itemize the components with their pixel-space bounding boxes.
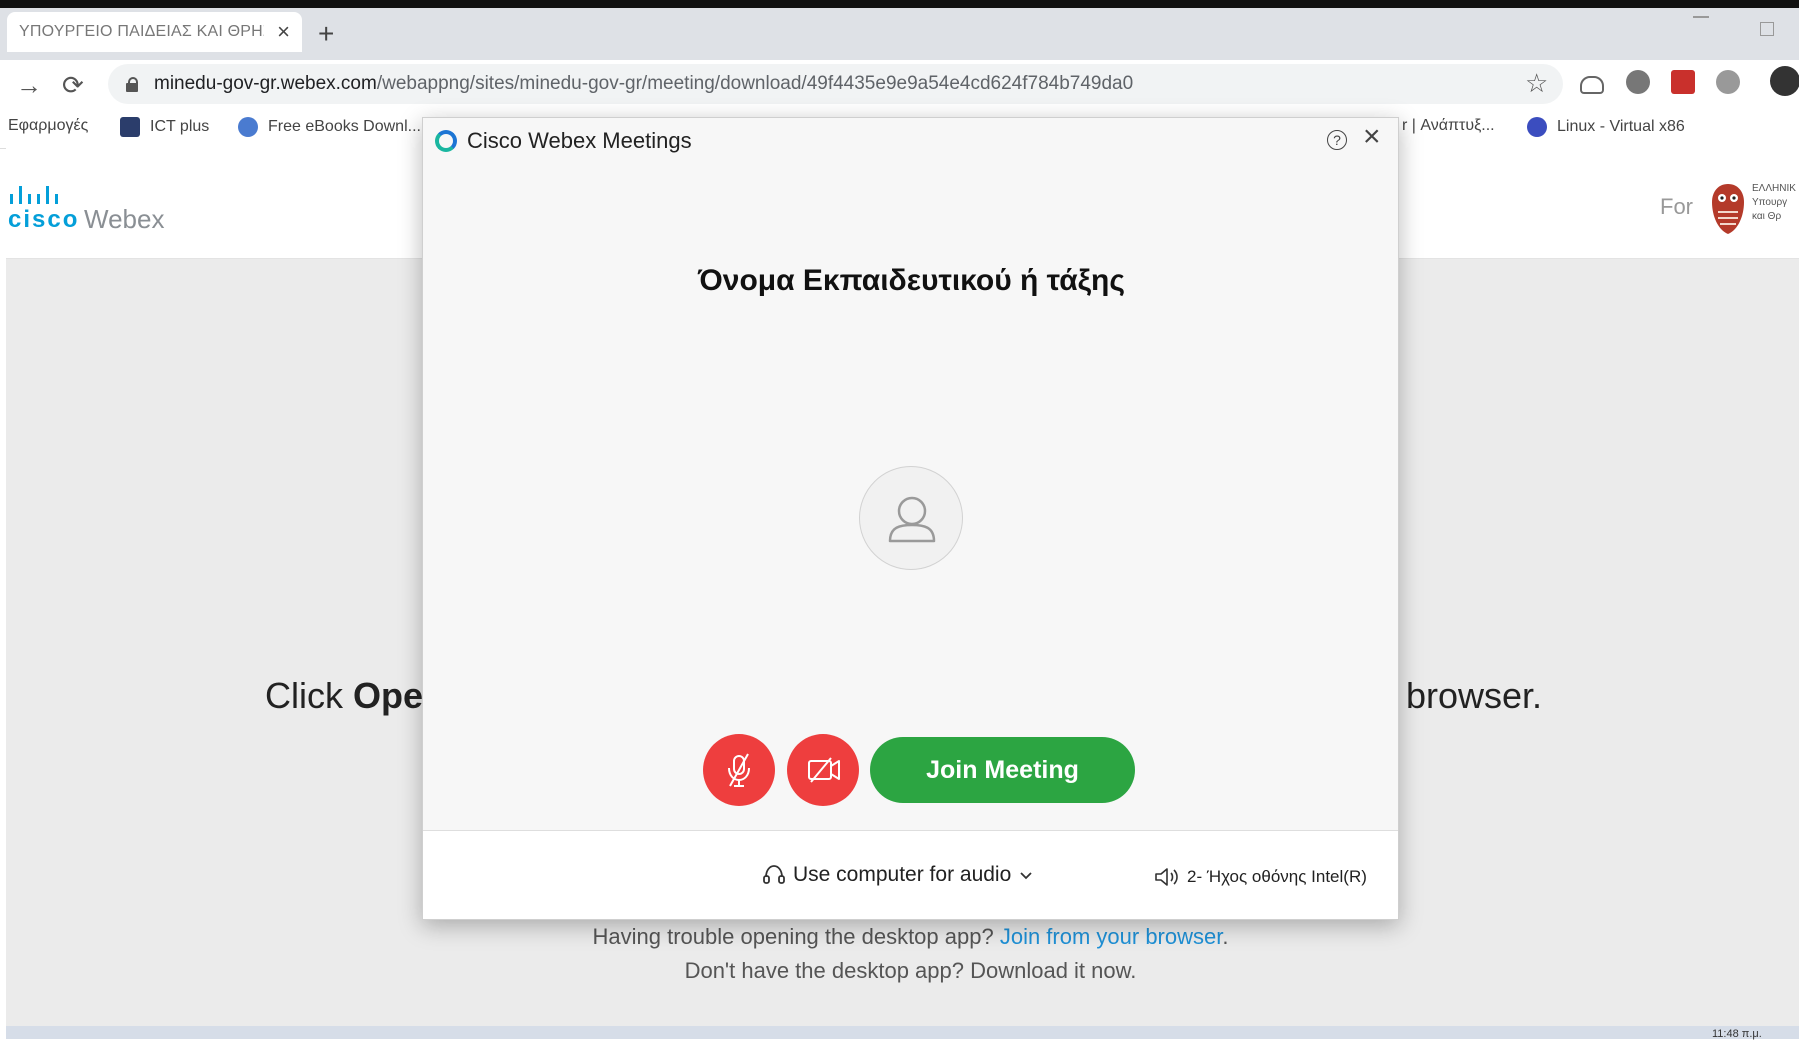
bookmark-star-icon[interactable]: ☆	[1525, 68, 1548, 99]
speaker-device-selector[interactable]: 2- Ήχος οθόνης Intel(R)	[1153, 864, 1367, 890]
wordpress-extension-icon[interactable]	[1626, 70, 1650, 94]
cisco-logo: cisco	[8, 206, 80, 233]
click-open-instruction-end: browser.	[1406, 675, 1543, 716]
webex-app-icon	[435, 130, 457, 152]
browser-tab[interactable]: ΥΠΟΥΡΓΕΙΟ ΠΑΙΔΕΙΑΣ ΚΑΙ ΘΡΗΣ ×	[7, 12, 302, 52]
camera-off-icon	[808, 757, 840, 783]
pdf-extension-icon[interactable]	[1671, 70, 1695, 94]
help-icon[interactable]: ?	[1327, 130, 1347, 150]
url-host: minedu-gov-gr.webex.com	[154, 73, 377, 94]
forward-icon[interactable]: →	[16, 70, 42, 100]
speaker-icon	[1155, 868, 1178, 886]
ministry-name: ΕΛΛΗΝΙΚ Υπουργ και Θρ	[1752, 183, 1796, 222]
dialog-title: Cisco Webex Meetings	[467, 128, 692, 153]
click-open-instruction: Click Ope	[265, 675, 424, 716]
mute-microphone-button[interactable]	[703, 734, 775, 806]
window-maximize-icon[interactable]	[1760, 22, 1774, 36]
bookmark-ict-plus[interactable]: ICT plus	[120, 117, 209, 137]
webex-logo: Webex	[84, 204, 165, 234]
join-from-browser-link[interactable]: Join from your browser	[1000, 924, 1223, 949]
join-meeting-button[interactable]: Join Meeting	[870, 737, 1135, 803]
mic-muted-icon	[728, 753, 750, 787]
taskbar	[6, 1026, 1799, 1039]
url-path: /webappng/sites/minedu-gov-gr/meeting/do…	[376, 73, 1134, 94]
new-tab-icon[interactable]: +	[318, 20, 334, 48]
address-bar[interactable]: minedu-gov-gr.webex.com/webappng/sites/m…	[108, 64, 1563, 104]
webex-meetings-dialog: Cisco Webex Meetings ? × Όνομα Εκπαιδευτ…	[422, 117, 1399, 920]
trouble-opening-text: Having trouble opening the desktop app? …	[592, 924, 1229, 949]
system-clock: 11:48 π.μ.	[1712, 1028, 1762, 1040]
person-icon	[888, 496, 936, 543]
tab-title: ΥΠΟΥΡΓΕΙΟ ΠΑΙΔΕΙΑΣ ΚΑΙ ΘΡΗΣ	[19, 23, 264, 40]
ministry-owl-logo	[1712, 184, 1744, 234]
reload-icon[interactable]: ⟳	[62, 70, 84, 100]
bookmark-linux-virtual[interactable]: Linux - Virtual x86	[1527, 117, 1685, 137]
download-app-text: Don't have the desktop app? Download it …	[684, 958, 1137, 983]
audio-connection-dropdown[interactable]: Use computer for audio	[761, 862, 1035, 888]
stop-video-button[interactable]	[787, 734, 859, 806]
participant-avatar	[859, 466, 963, 570]
audio-option-label: Use computer for audio	[793, 863, 1012, 886]
participant-name: Όνομα Εκπαιδευτικού ή τάξης	[698, 264, 1125, 297]
ebooks-icon	[238, 117, 258, 137]
bookmark-free-ebooks[interactable]: Free eBooks Downl...	[238, 117, 421, 137]
bookmark-development[interactable]: r | Ανάπτυξ...	[1402, 117, 1495, 135]
dialog-close-icon[interactable]: ×	[1363, 122, 1381, 152]
bookmark-apps[interactable]: Εφαρμογές	[8, 117, 88, 135]
ict-icon	[120, 117, 140, 137]
cisco-logo-bars	[10, 186, 58, 204]
tab-close-icon[interactable]: ×	[277, 19, 290, 45]
profile-avatar[interactable]	[1770, 66, 1799, 96]
lock-icon	[126, 77, 138, 92]
window-top-border	[0, 0, 1799, 8]
window-minimize-icon[interactable]	[1693, 16, 1709, 18]
headset-icon	[763, 865, 785, 884]
extension-icon[interactable]	[1716, 70, 1740, 94]
linux-icon	[1527, 117, 1547, 137]
for-label: For	[1660, 194, 1693, 219]
cloud-extension-icon[interactable]	[1580, 76, 1604, 94]
chevron-down-icon	[1020, 872, 1032, 880]
speaker-device-label: 2- Ήχος οθόνης Intel(R)	[1187, 867, 1367, 886]
